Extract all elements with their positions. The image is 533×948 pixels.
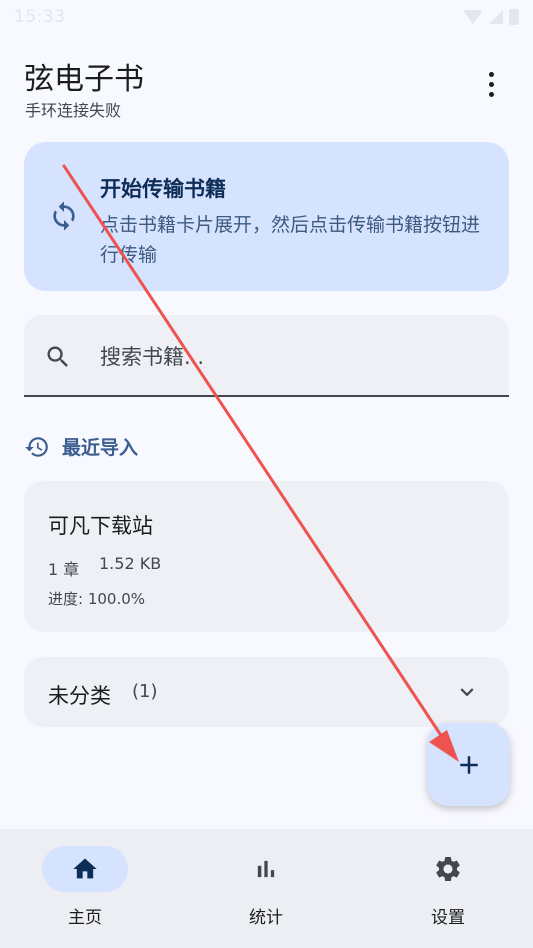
status-icons xyxy=(463,9,519,25)
connection-status: 手环连接失败 xyxy=(25,101,122,120)
history-icon xyxy=(25,436,48,457)
plus-icon xyxy=(459,755,478,774)
nav-icon-container xyxy=(405,846,491,892)
more-dot-icon xyxy=(488,91,494,97)
wifi-icon xyxy=(463,10,483,24)
search-icon xyxy=(47,346,68,367)
transfer-title: 开始传输书籍 xyxy=(100,177,226,201)
search-box[interactable] xyxy=(24,315,509,397)
battery-icon xyxy=(509,9,519,25)
nav-item-stats[interactable]: 统计 xyxy=(196,829,336,948)
book-card[interactable]: 可凡下载站 1 章 1.52 KB 进度: 100.0% xyxy=(24,481,509,632)
bar-chart-icon xyxy=(257,860,275,878)
chevron-down-icon[interactable] xyxy=(454,679,480,705)
category-count: (1) xyxy=(132,681,158,702)
recent-section-header: 最近导入 xyxy=(24,433,138,460)
more-options-button[interactable] xyxy=(474,64,508,104)
more-dot-icon xyxy=(488,81,494,87)
book-title: 可凡下载站 xyxy=(48,514,153,538)
category-label: 未分类 xyxy=(48,684,111,708)
book-file-size: 1.52 KB xyxy=(99,554,162,573)
status-bar: 15:33 xyxy=(0,0,533,34)
category-uncategorized[interactable]: 未分类 (1) xyxy=(24,657,509,727)
signal-icon xyxy=(489,10,503,24)
add-book-button[interactable] xyxy=(427,723,510,806)
nav-indicator xyxy=(42,846,128,892)
status-time: 15:33 xyxy=(14,7,66,27)
search-input[interactable] xyxy=(100,339,480,375)
home-icon xyxy=(73,858,97,879)
transfer-hint-card: 开始传输书籍 点击书籍卡片展开，然后点击传输书籍按钮进行传输 xyxy=(24,142,509,291)
nav-label: 主页 xyxy=(68,908,102,928)
bottom-navigation: 主页 统计 设置 xyxy=(0,829,533,948)
nav-icon-container xyxy=(223,846,309,892)
more-dot-icon xyxy=(488,71,494,77)
app-title: 弦电子书 xyxy=(24,62,144,97)
nav-item-home[interactable]: 主页 xyxy=(15,829,155,948)
recent-label: 最近导入 xyxy=(62,437,139,459)
transfer-description: 点击书籍卡片展开，然后点击传输书籍按钮进行传输 xyxy=(100,214,481,266)
nav-label: 设置 xyxy=(431,908,465,928)
nav-item-settings[interactable]: 设置 xyxy=(378,829,518,948)
book-progress: 进度: 100.0% xyxy=(48,590,146,608)
gear-icon xyxy=(436,857,460,881)
book-chapter-count: 1 章 xyxy=(48,560,80,579)
nav-label: 统计 xyxy=(249,908,283,928)
sync-icon xyxy=(53,201,75,231)
